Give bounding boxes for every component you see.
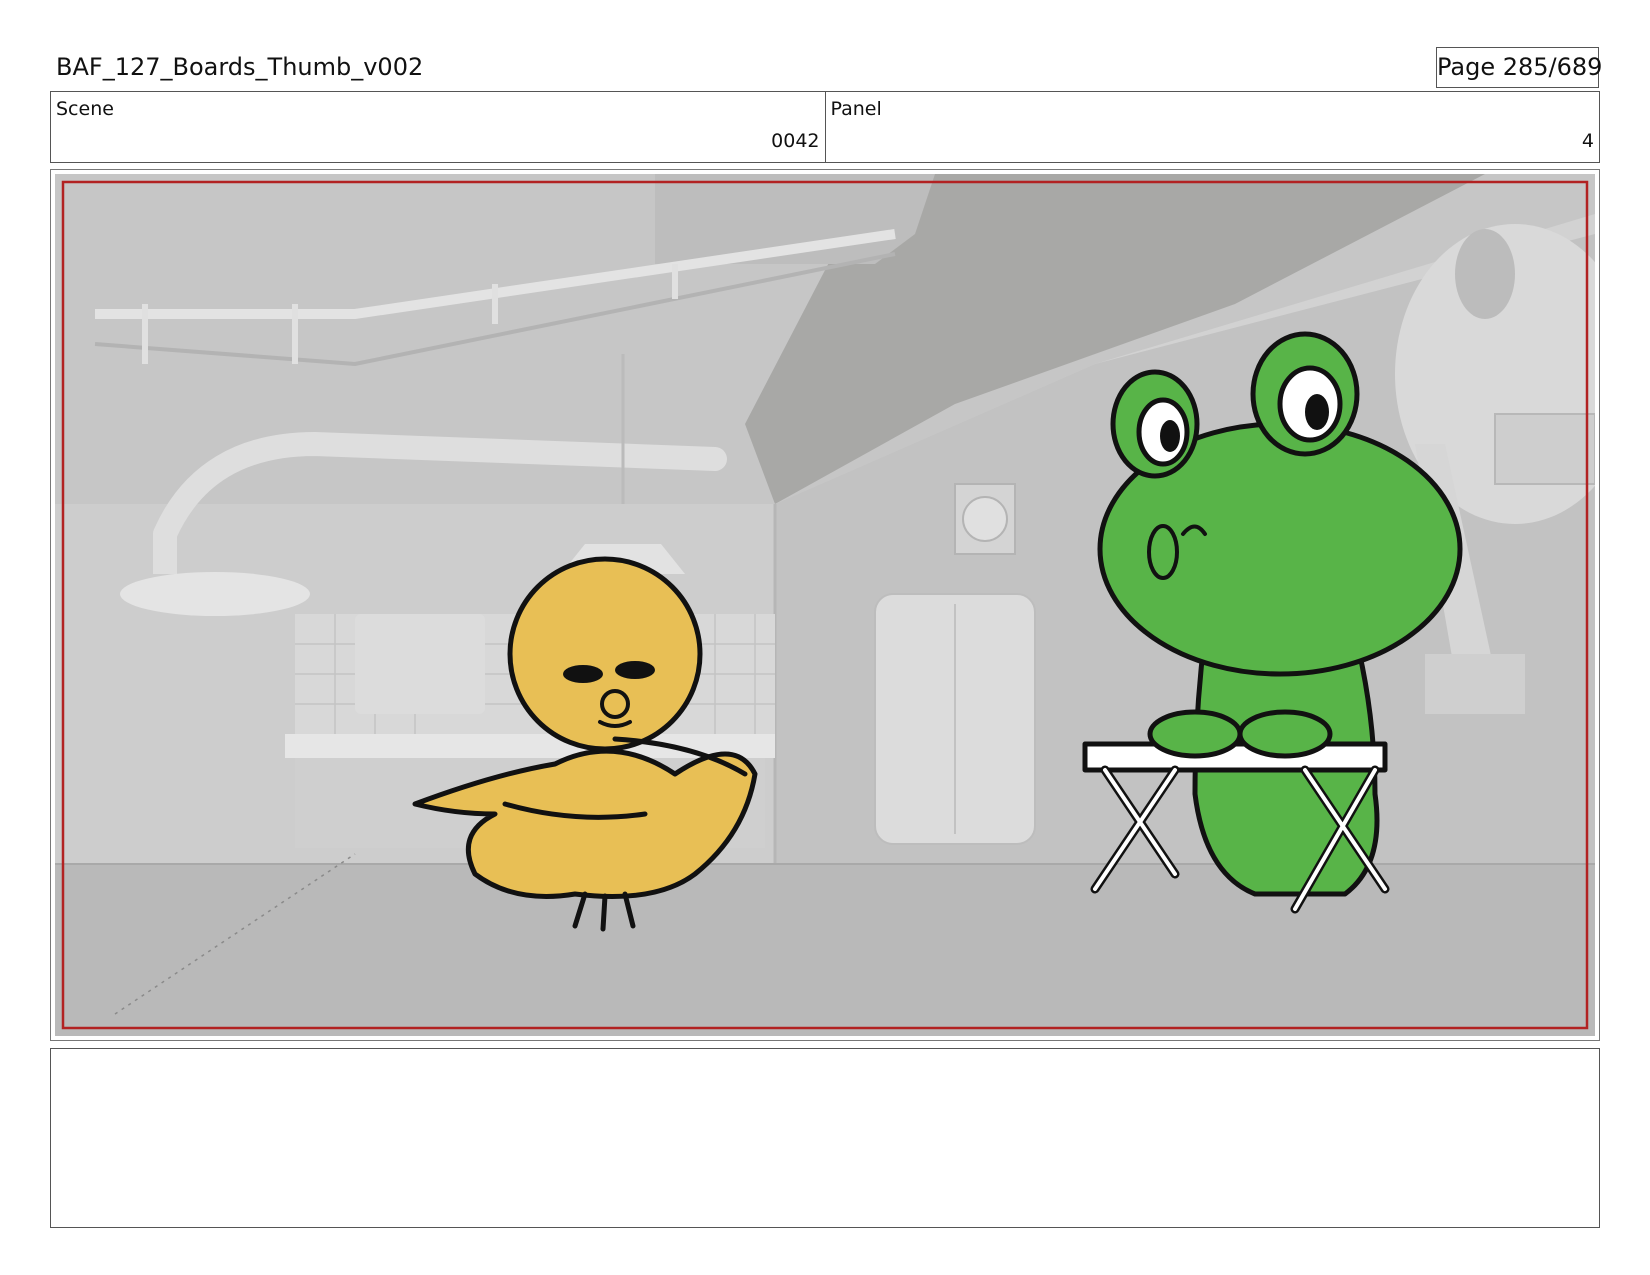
document-title: BAF_127_Boards_Thumb_v002 [56, 53, 424, 81]
scene-cell: Scene 0042 [51, 92, 825, 162]
scene-value: 0042 [771, 130, 820, 152]
storyboard-panel [50, 169, 1600, 1041]
panel-value: 4 [1581, 130, 1594, 152]
panel-cell: Panel 4 [824, 92, 1600, 162]
scene-label: Scene [56, 98, 114, 120]
panel-artwork [55, 174, 1595, 1036]
panel-notes [50, 1048, 1600, 1228]
panel-label: Panel [830, 98, 882, 120]
scene-panel-info: Scene 0042 Panel 4 [50, 91, 1600, 163]
page-indicator: Page 285/689 [1436, 47, 1602, 88]
